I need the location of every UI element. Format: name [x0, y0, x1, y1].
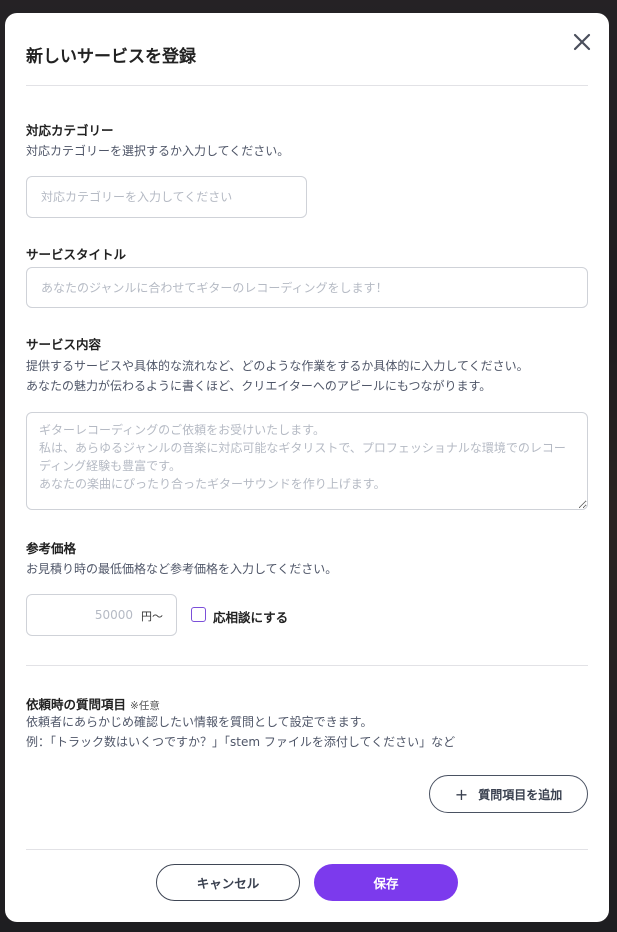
header-divider [26, 85, 588, 86]
service-title-label: サービスタイトル [26, 247, 127, 262]
questions-label: 依頼時の質問項目 ※任意 [26, 694, 160, 713]
questions-help-line1: 依頼者にあらかじめ確認したい情報を質問として設定できます。 [26, 715, 373, 729]
price-unit: 円〜 [141, 610, 163, 623]
category-label: 対応カテゴリー [26, 123, 114, 138]
dialog-title: 新しいサービスを登録 [26, 47, 196, 67]
negotiable-checkbox[interactable] [191, 607, 206, 622]
optional-tag: ※任意 [130, 700, 160, 712]
category-input[interactable] [26, 176, 307, 218]
questions-help-line2: 例：「トラック数はいくつですか？」「stem ファイルを添付してください」など [26, 735, 456, 749]
plus-icon: + [454, 784, 469, 804]
service-content-label: サービス内容 [26, 337, 102, 352]
close-icon[interactable] [569, 29, 595, 55]
footer-divider [26, 849, 588, 850]
service-content-textarea[interactable] [26, 412, 588, 510]
service-title-input[interactable] [26, 267, 588, 308]
register-service-dialog: 新しいサービスを登録 対応カテゴリー 対応カテゴリーを選択するか入力してください… [5, 13, 609, 922]
price-field: 円〜 [26, 594, 177, 636]
category-help: 対応カテゴリーを選択するか入力してください。 [26, 144, 290, 158]
negotiable-label[interactable]: 応相談にする [213, 607, 288, 626]
add-question-button[interactable]: + 質問項目を追加 [429, 775, 588, 813]
price-label: 参考価格 [26, 541, 77, 556]
service-content-help-line2: あなたの魅力が伝わるように書くほど、クリエイターへのアピールにもつながります。 [26, 379, 492, 393]
service-content-help-line1: 提供するサービスや具体的な流れなど、どのような作業をするか具体的に入力してくださ… [26, 359, 529, 373]
price-input[interactable] [35, 605, 133, 625]
cancel-button[interactable]: キャンセル [156, 864, 300, 901]
section-divider [26, 665, 588, 666]
save-button[interactable]: 保存 [314, 864, 458, 901]
price-help: お見積り時の最低価格など参考価格を入力してください。 [26, 562, 338, 576]
add-question-label: 質問項目を追加 [478, 787, 563, 802]
questions-title: 依頼時の質問項目 [26, 697, 127, 712]
